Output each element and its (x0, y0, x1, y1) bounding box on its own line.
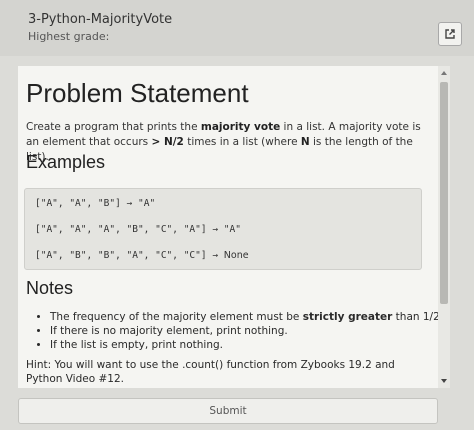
assignment-title: 3-Python-MajorityVote (28, 12, 173, 27)
header-bar: 3-Python-MajorityVote Highest grade: (0, 0, 474, 56)
example-row: ["A", "A", "B"] → "A" (35, 198, 156, 209)
list-item: If there is no majority element, print n… (50, 324, 438, 338)
examples-heading: Examples (26, 152, 106, 172)
list-item: The frequency of the majority element mu… (50, 310, 438, 324)
example-row: ["A", "B", "B", "A", "C", "C"] → None (35, 250, 249, 261)
example-row: ["A", "A", "A", "B", "C", "A"] → "A" (35, 224, 241, 235)
examples-box: ["A", "A", "B"] → "A" ["A", "A", "A", "B… (24, 188, 422, 270)
list-item: If the list is empty, print nothing. (50, 338, 438, 352)
highest-grade-label: Highest grade: (28, 30, 110, 43)
scrollbar[interactable] (438, 66, 450, 388)
arrow-icon: → (212, 250, 219, 261)
hint-text: Hint: You will want to use the .count() … (26, 359, 395, 385)
scroll-down-icon[interactable] (441, 379, 447, 383)
arrow-icon: → (126, 198, 133, 209)
open-in-new-button[interactable] (438, 22, 462, 46)
problem-title: Problem Statement (26, 78, 249, 108)
scrollbar-thumb[interactable] (440, 82, 448, 304)
scroll-up-icon[interactable] (441, 71, 447, 75)
submit-button[interactable]: Submit (18, 398, 438, 424)
notes-heading: Notes (26, 278, 74, 298)
problem-card: Problem Statement Create a program that … (18, 66, 438, 388)
external-link-icon (445, 29, 455, 39)
notes-list: The frequency of the majority element mu… (38, 310, 438, 352)
arrow-icon: → (212, 224, 219, 235)
